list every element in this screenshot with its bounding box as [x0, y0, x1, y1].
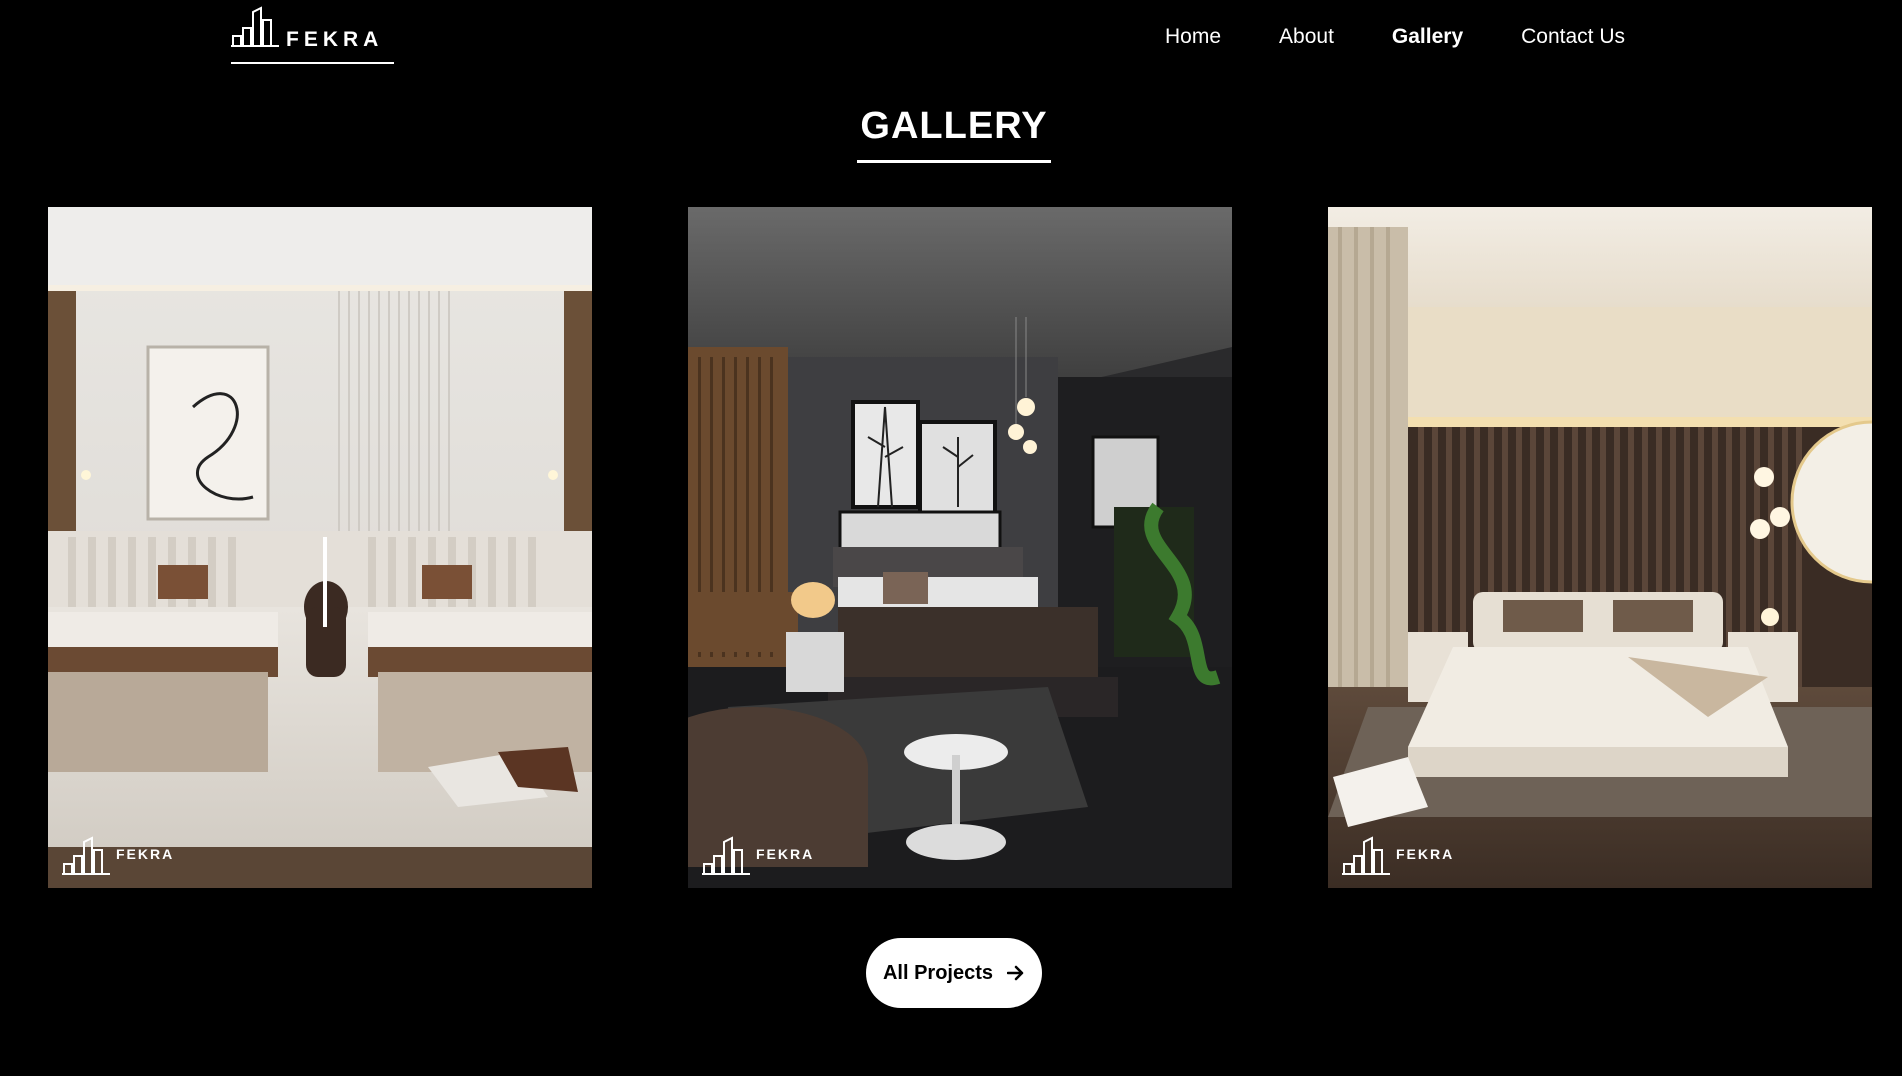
bedroom-image-3: [1328, 207, 1872, 888]
building-logo-icon: [1342, 836, 1390, 875]
card-watermark: FEKRA: [702, 836, 814, 876]
arrow-right-icon: [1007, 965, 1024, 981]
gallery-card-3[interactable]: FEKRA: [1328, 207, 1872, 888]
building-logo-icon: [231, 6, 279, 47]
brand-name: FEKRA: [286, 28, 384, 51]
title-underline: [857, 160, 1051, 163]
bedroom-image-2: [688, 207, 1232, 888]
bedroom-image-1: [48, 207, 592, 888]
main-nav: Home About Gallery Contact Us: [1165, 24, 1625, 50]
brand-logo[interactable]: FEKRA: [231, 6, 394, 64]
building-logo-icon: [702, 836, 750, 875]
all-projects-button[interactable]: All Projects: [866, 938, 1042, 1008]
nav-contact-us[interactable]: Contact Us: [1521, 24, 1625, 50]
nav-home[interactable]: Home: [1165, 24, 1221, 50]
all-projects-label: All Projects: [882, 961, 994, 984]
card-watermark: FEKRA: [1342, 836, 1454, 876]
page-title: GALLERY: [860, 105, 1048, 147]
section-heading: GALLERY: [857, 104, 1051, 163]
building-logo-icon: [62, 836, 110, 875]
gallery-card-2[interactable]: FEKRA: [688, 207, 1232, 888]
card-watermark: FEKRA: [62, 836, 174, 876]
nav-about[interactable]: About: [1279, 24, 1334, 50]
watermark-text: FEKRA: [116, 846, 175, 862]
watermark-text: FEKRA: [756, 846, 815, 862]
gallery-card-1[interactable]: FEKRA: [48, 207, 592, 888]
watermark-text: FEKRA: [1396, 846, 1455, 862]
nav-gallery[interactable]: Gallery: [1392, 24, 1463, 50]
logo-underline: [231, 62, 394, 64]
